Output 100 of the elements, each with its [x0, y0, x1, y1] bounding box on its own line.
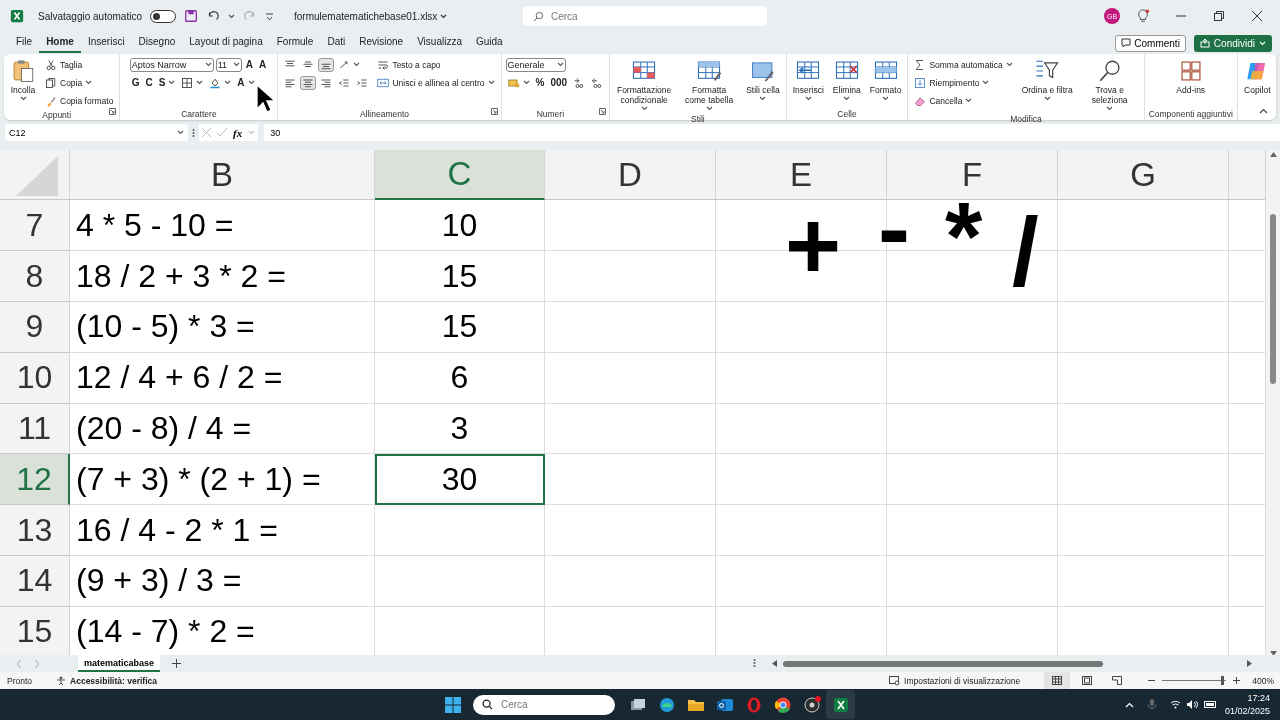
save-icon[interactable]	[183, 9, 198, 23]
ribbon-button[interactable]: Elimina	[830, 56, 863, 103]
browser-icon[interactable]	[773, 695, 792, 714]
menu-tab[interactable]: Guida	[468, 33, 510, 53]
battery-icon[interactable]	[1203, 700, 1217, 709]
record-app-icon[interactable]	[802, 695, 821, 714]
dropdown-field[interactable]: 11	[215, 57, 242, 72]
row-header[interactable]: 9	[0, 302, 70, 353]
close-icon[interactable]	[1252, 11, 1262, 21]
menu-tab[interactable]: File	[9, 33, 40, 53]
menu-tab[interactable]: Dati	[320, 33, 353, 53]
row-header[interactable]: 15	[0, 606, 70, 655]
comments-button[interactable]: Commenti	[1115, 34, 1186, 52]
restore-icon[interactable]	[1214, 11, 1224, 21]
dialog-launcher-icon[interactable]	[599, 108, 607, 115]
ribbon-button[interactable]: A	[243, 58, 255, 71]
wifi-icon[interactable]	[1169, 700, 1181, 709]
menu-tab[interactable]: Disegno	[131, 33, 183, 53]
page-break-icon[interactable]	[1112, 676, 1123, 685]
ribbon-button[interactable]: A	[256, 58, 269, 71]
row-header[interactable]: 14	[0, 556, 70, 607]
column-header[interactable]: F	[887, 150, 1058, 201]
insert-function-button[interactable]: fx	[233, 126, 243, 139]
file-name[interactable]: formulematematichebase01.xlsx	[293, 10, 448, 22]
search-field[interactable]: Cerca	[523, 6, 767, 26]
ribbon-button[interactable]: Somma automatica	[912, 57, 1015, 72]
dialog-launcher-icon[interactable]	[490, 108, 498, 115]
zoom-slider-thumb[interactable]	[1220, 676, 1224, 685]
scrollbar-thumb[interactable]	[1270, 214, 1276, 385]
ribbon-button[interactable]: Unisci e allinea al centro	[375, 75, 497, 90]
ribbon-button[interactable]: S	[156, 76, 178, 89]
scroll-up-icon[interactable]	[1269, 152, 1277, 158]
volume-icon[interactable]	[1186, 700, 1198, 709]
column-header[interactable]: G	[1058, 150, 1229, 201]
scrollbar-thumb[interactable]	[783, 660, 1104, 667]
ribbon-button[interactable]: Copilot	[1242, 56, 1273, 97]
customize-icon[interactable]	[264, 11, 274, 21]
scroll-left-icon[interactable]	[772, 660, 778, 667]
column-header[interactable]: E	[716, 150, 887, 201]
ribbon-button[interactable]: Testo a capo	[375, 57, 443, 72]
ribbon-button[interactable]: Riempimento	[912, 75, 992, 90]
ribbon-button[interactable]: Ordina e filtra	[1019, 56, 1075, 103]
column-header[interactable]: B	[70, 150, 375, 201]
menu-tab[interactable]: Layout di pagina	[182, 33, 270, 53]
show-hidden-icon[interactable]	[1124, 701, 1134, 708]
sheet-tab[interactable]: matematicabase	[78, 655, 161, 672]
ribbon-button[interactable]: Incolla	[8, 56, 38, 103]
ribbon-button[interactable]: Taglia	[43, 57, 85, 72]
name-box[interactable]: C12	[5, 124, 188, 142]
row-header[interactable]: 8	[0, 251, 70, 302]
accessibility-status[interactable]: Accessibilità: verifica	[70, 675, 157, 686]
menu-tab[interactable]: Formule	[269, 33, 321, 53]
display-settings-icon[interactable]	[889, 675, 900, 686]
ribbon-button[interactable]: Formatta come tabella	[679, 56, 740, 113]
row-header[interactable]: 10	[0, 352, 70, 404]
ribbon-button[interactable]	[300, 75, 317, 90]
ribbon-button[interactable]: 000	[548, 76, 570, 89]
menu-tab[interactable]: Revisione	[352, 33, 411, 53]
ribbon-button[interactable]: G	[129, 76, 142, 89]
display-settings-button[interactable]: Impostazioni di visualizzazione	[904, 675, 1021, 686]
row-header[interactable]: 13	[0, 505, 70, 556]
ribbon-button[interactable]: Add-ins	[1174, 56, 1208, 97]
more-icon[interactable]	[753, 657, 757, 668]
ribbon-button[interactable]: Copia formato	[43, 93, 116, 108]
row-header[interactable]: 11	[0, 403, 70, 455]
dropdown-field[interactable]: Generale	[505, 57, 566, 72]
column-header[interactable]: C	[375, 150, 545, 201]
ribbon-button[interactable]: Copia	[43, 75, 95, 90]
formula-field[interactable]: 30	[264, 124, 1280, 142]
spreadsheet-app-icon[interactable]	[831, 695, 850, 714]
ribbon-button[interactable]: Trova e seleziona	[1079, 56, 1140, 113]
column-header[interactable]: D	[545, 150, 716, 201]
ribbon-button[interactable]: Inserisci	[790, 56, 826, 103]
zoom-out-icon[interactable]	[1148, 677, 1156, 684]
dialog-launcher-icon[interactable]	[109, 108, 117, 115]
add-sheet-icon[interactable]	[172, 659, 182, 668]
menu-tab[interactable]: Inserisci	[80, 33, 132, 53]
page-layout-icon[interactable]	[1082, 676, 1093, 685]
ribbon-button[interactable]: Cancella	[912, 93, 975, 108]
menu-tab[interactable]: Visualizza	[410, 33, 469, 53]
search-field[interactable]: Cerca	[473, 694, 615, 715]
clock[interactable]: 17:24 01/02/2025	[1224, 691, 1270, 718]
autosave-toggle[interactable]	[149, 9, 176, 23]
collapse-icon[interactable]	[1259, 108, 1268, 114]
scroll-right-icon[interactable]	[1247, 660, 1253, 667]
start-icon[interactable]	[443, 695, 462, 714]
microphone-icon[interactable]	[1147, 699, 1156, 710]
dropdown-field[interactable]: Aptos Narrow	[129, 57, 214, 72]
row-header[interactable]: 12	[0, 454, 70, 506]
lightbulb-icon[interactable]	[1136, 9, 1150, 23]
ribbon-button[interactable]: A	[235, 76, 257, 89]
share-button[interactable]: Condividi	[1193, 34, 1272, 52]
ribbon-button[interactable]: Stili cella	[744, 56, 782, 103]
ribbon-button[interactable]: C	[143, 76, 155, 89]
ribbon-button[interactable]: Formattazione condizionale	[614, 56, 675, 113]
zoom-level[interactable]: 400%	[1252, 675, 1274, 686]
ribbon-button[interactable]	[318, 57, 335, 72]
ribbon-button[interactable]: %	[533, 76, 547, 89]
normal-view-icon[interactable]	[1052, 676, 1063, 685]
browser-icon[interactable]	[657, 695, 676, 714]
